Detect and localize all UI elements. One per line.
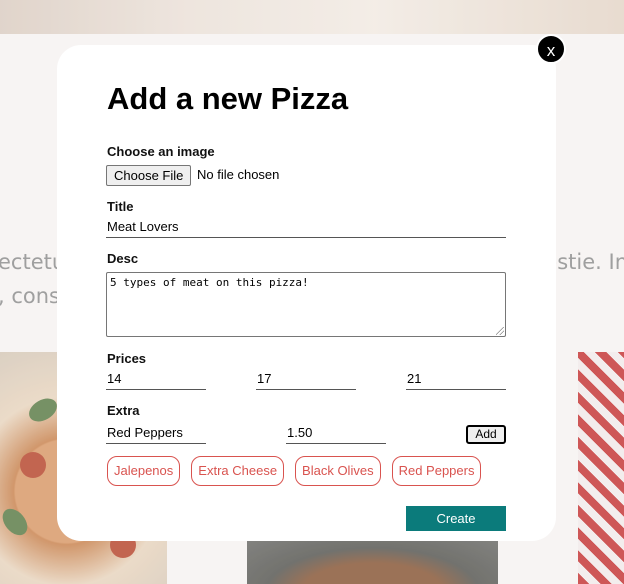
choose-file-button[interactable]: Choose File [106,165,192,186]
file-status-text: No file chosen [197,167,280,182]
desc-textarea[interactable]: 5 types of meat on this pizza! [106,272,506,337]
extra-chip-list: Jalepenos Extra Cheese Black Olives Red … [107,456,482,486]
desc-label: Desc [107,251,139,266]
desc-text: 5 types of meat on this pizza! [110,276,309,289]
add-extra-button[interactable]: Add [466,425,506,444]
close-button[interactable]: x [536,34,566,64]
extra-chip[interactable]: Black Olives [295,456,381,486]
extra-chip[interactable]: Red Peppers [391,456,482,486]
extra-price-input[interactable]: 1.50 [286,424,386,444]
prices-label: Prices [107,351,147,366]
price-small-input[interactable]: 14 [106,370,206,390]
extra-name-input[interactable]: Red Peppers [106,424,206,444]
title-input[interactable]: Meat Lovers [106,218,506,238]
extra-chip[interactable]: Extra Cheese [191,456,285,486]
title-label: Title [107,199,134,214]
image-label: Choose an image [107,144,215,159]
price-large-input[interactable]: 21 [406,370,506,390]
create-button[interactable]: Create [406,506,506,531]
resize-handle-icon[interactable] [496,327,504,335]
extra-label: Extra [107,403,140,418]
extra-chip[interactable]: Jalepenos [107,456,181,486]
modal-title: Add a new Pizza [107,81,349,116]
price-medium-input[interactable]: 17 [256,370,356,390]
